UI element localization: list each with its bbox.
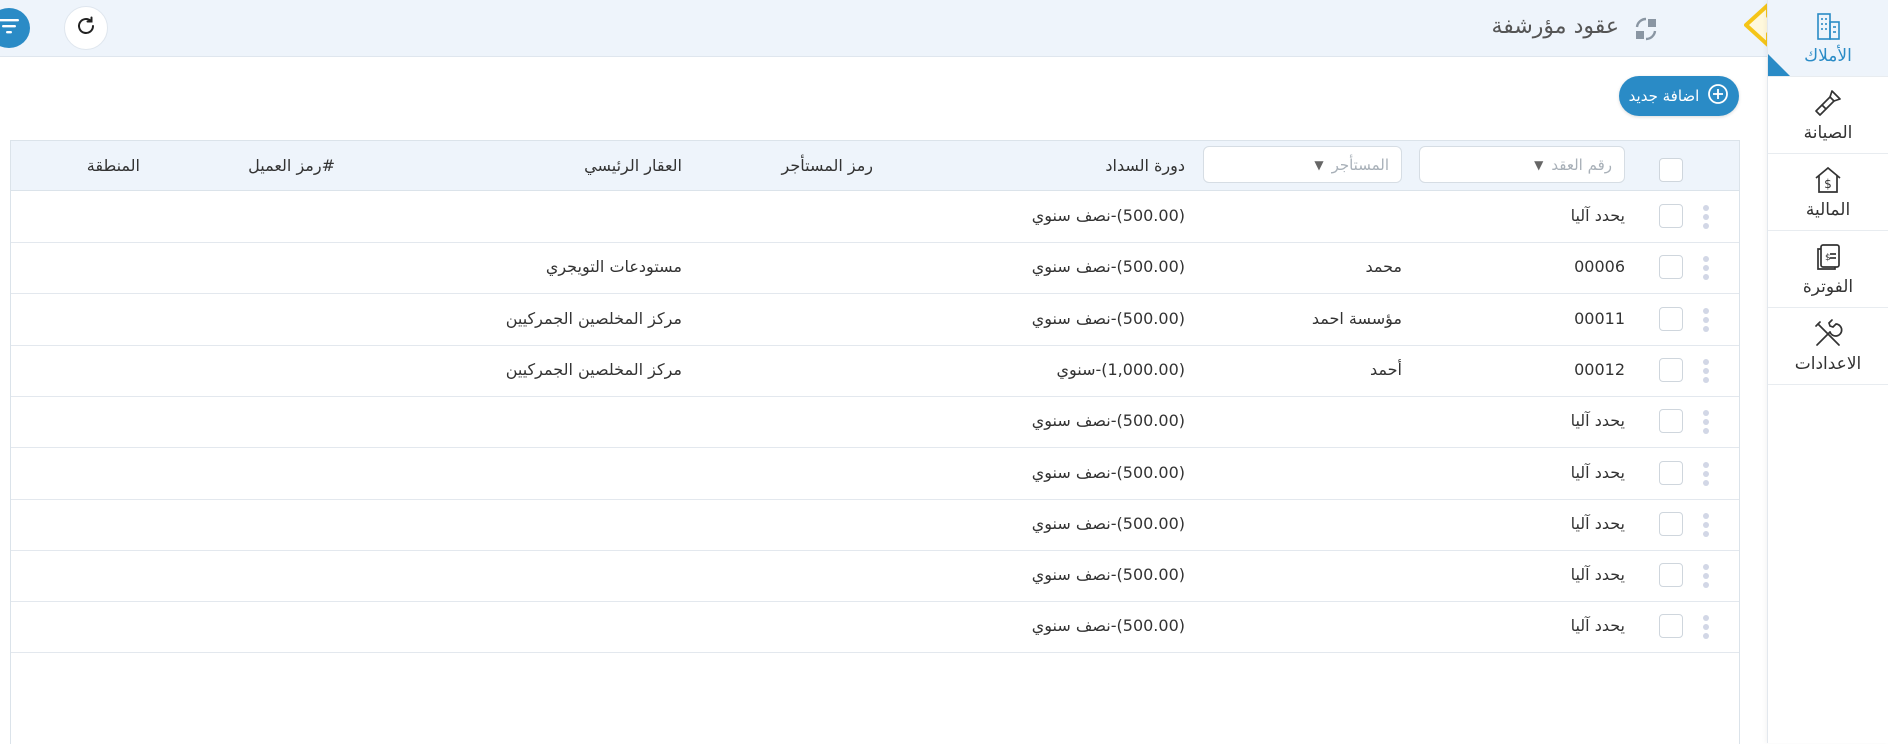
sidebar-item-billing[interactable]: $ الفوترة <box>1768 231 1888 308</box>
active-indicator <box>1768 54 1790 76</box>
tools-icon <box>1812 318 1844 350</box>
row-checkbox[interactable] <box>1659 255 1683 280</box>
cell-payment-cycle: (1,000.00)-سنوي <box>1056 359 1185 379</box>
table-row[interactable]: يحدد آليا (500.00)-نصف سنوي <box>11 601 1739 654</box>
table-row[interactable]: يحدد آليا (500.00)-نصف سنوي <box>11 191 1739 243</box>
row-menu-icon[interactable] <box>1703 615 1709 640</box>
top-header: عقود مؤرشفة <box>0 0 1767 57</box>
row-checkbox[interactable] <box>1659 306 1683 331</box>
cell-payment-cycle: (500.00)-نصف سنوي <box>1031 411 1185 431</box>
cell-tenant: محمد <box>1365 257 1402 277</box>
sidebar-item-label: الاعدادات <box>1794 354 1862 374</box>
cell-contract-number: يحدد آليا <box>1570 462 1625 482</box>
sidebar-item-label: الأملاك <box>1804 46 1852 66</box>
table-row[interactable]: 00006 محمد (500.00)-نصف سنوي مستودعات التوي… <box>11 242 1739 295</box>
cell-contract-number: يحدد آليا <box>1570 565 1625 585</box>
sidebar-item-label: الفوترة <box>1802 277 1854 297</box>
cell-contract-number: يحدد آليا <box>1570 206 1625 225</box>
cell-payment-cycle: (500.00)-نصف سنوي <box>1031 206 1185 225</box>
contract-number-filter[interactable]: رقم العقد ▼ <box>1419 146 1625 183</box>
table-header: رقم العقد ▼ المستأجر ▼ دورة السداد رمز ا… <box>11 141 1739 191</box>
cell-main-property: مستودعات التويجري <box>545 257 682 277</box>
row-checkbox[interactable] <box>1659 563 1683 588</box>
row-menu-icon[interactable] <box>1703 461 1709 486</box>
cell-contract-number: يحدد آليا <box>1570 411 1625 431</box>
sidebar-item-label: الصيانة <box>1803 123 1853 143</box>
cell-contract-number: يحدد آليا <box>1570 513 1625 533</box>
row-checkbox[interactable] <box>1659 511 1683 536</box>
table-row[interactable]: يحدد آليا (500.00)-نصف سنوي <box>11 499 1739 551</box>
cell-payment-cycle: (500.00)-نصف سنوي <box>1031 616 1185 636</box>
row-checkbox[interactable] <box>1659 409 1683 434</box>
sidebar-item-label: المالية <box>1805 200 1851 220</box>
row-menu-icon[interactable] <box>1703 410 1709 435</box>
contracts-table: رقم العقد ▼ المستأجر ▼ دورة السداد رمز ا… <box>10 140 1740 744</box>
cell-contract-number: 00011 <box>1574 308 1625 328</box>
row-menu-icon[interactable] <box>1703 564 1709 589</box>
brush-icon <box>1812 87 1844 119</box>
row-checkbox[interactable] <box>1659 204 1683 228</box>
page-title: عقود مؤرشفة <box>1491 14 1619 39</box>
col-header-region[interactable]: المنطقة <box>87 156 140 175</box>
row-checkbox[interactable] <box>1659 357 1683 382</box>
row-menu-icon[interactable] <box>1703 307 1709 332</box>
col-header-client-code[interactable]: #رمز العميل <box>248 156 335 175</box>
svg-text:$: $ <box>1824 177 1832 191</box>
chevron-down-icon: ▼ <box>1534 157 1544 172</box>
cell-payment-cycle: (500.00)-نصف سنوي <box>1031 565 1185 585</box>
col-header-tenant-code[interactable]: رمز المستأجر <box>782 156 873 175</box>
sidebar-item-finance[interactable]: $ المالية <box>1768 154 1888 231</box>
cell-tenant: أحمد <box>1370 359 1402 379</box>
sidebar-item-settings[interactable]: الاعدادات <box>1768 308 1888 385</box>
row-checkbox[interactable] <box>1659 614 1683 639</box>
invoice-icon: $ <box>1812 241 1844 273</box>
row-checkbox[interactable] <box>1659 460 1683 485</box>
cell-contract-number: 00006 <box>1574 257 1625 277</box>
cell-payment-cycle: (500.00)-نصف سنوي <box>1031 513 1185 533</box>
cell-payment-cycle: (500.00)-نصف سنوي <box>1031 257 1185 277</box>
svg-text:$: $ <box>1825 253 1831 263</box>
add-new-button[interactable]: اضافة جديد <box>1619 76 1739 116</box>
cell-tenant: مؤسسة احمد <box>1311 308 1402 328</box>
refresh-icon <box>74 14 98 42</box>
col-header-main-property[interactable]: العقار الرئيسي <box>584 156 682 175</box>
plus-circle-icon <box>1707 83 1729 109</box>
row-menu-icon[interactable] <box>1703 358 1709 383</box>
cell-main-property: مركز المخلصين الجمركيين <box>505 308 682 328</box>
building-icon <box>1812 10 1844 42</box>
tenant-filter[interactable]: المستأجر ▼ <box>1203 146 1402 183</box>
tenant-filter-placeholder: المستأجر <box>1331 155 1389 174</box>
cell-main-property: مركز المخلصين الجمركيين <box>505 359 682 379</box>
finance-house-icon: $ <box>1812 164 1844 196</box>
cell-payment-cycle: (500.00)-نصف سنوي <box>1031 308 1185 328</box>
filter-button[interactable] <box>0 8 30 48</box>
archive-icon <box>1631 15 1661 47</box>
add-new-label: اضافة جديد <box>1628 87 1700 105</box>
sidebar-item-properties[interactable]: الأملاك <box>1768 0 1888 77</box>
chevron-down-icon: ▼ <box>1314 157 1324 172</box>
cell-contract-number: يحدد آليا <box>1570 616 1625 636</box>
table-row[interactable]: يحدد آليا (500.00)-نصف سنوي <box>11 396 1739 449</box>
sidebar: الأملاك الصيانة $ المالية $ الفوترة الاع… <box>1767 0 1888 743</box>
select-all-checkbox[interactable] <box>1659 158 1683 182</box>
contract-number-filter-placeholder: رقم العقد <box>1551 155 1612 174</box>
sidebar-item-maintenance[interactable]: الصيانة <box>1768 77 1888 154</box>
row-menu-icon[interactable] <box>1703 512 1709 537</box>
table-row[interactable]: 00011 مؤسسة احمد (500.00)-نصف سنوي مركز الم… <box>11 294 1739 346</box>
refresh-button[interactable] <box>64 6 108 50</box>
filter-icon <box>0 16 21 40</box>
row-menu-icon[interactable] <box>1703 256 1709 281</box>
table-row[interactable]: 00012 أحمد (1,000.00)-سنوي مركز المخلصين ال… <box>11 345 1739 397</box>
col-header-payment-cycle[interactable]: دورة السداد <box>1105 156 1185 175</box>
table-row[interactable]: يحدد آليا (500.00)-نصف سنوي <box>11 448 1739 500</box>
table-row[interactable]: يحدد آليا (500.00)-نصف سنوي <box>11 550 1739 603</box>
row-menu-icon[interactable] <box>1703 205 1709 229</box>
cell-payment-cycle: (500.00)-نصف سنوي <box>1031 462 1185 482</box>
cell-contract-number: 00012 <box>1574 359 1625 379</box>
